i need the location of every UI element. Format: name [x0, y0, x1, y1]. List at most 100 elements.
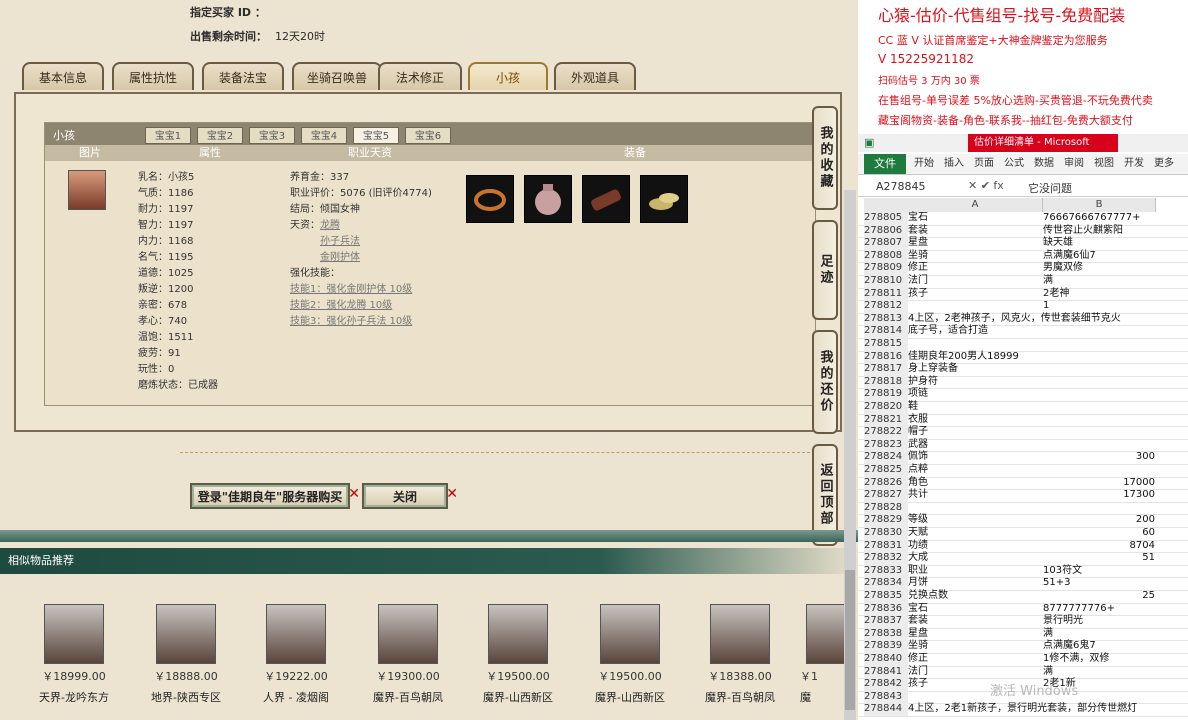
cell-b[interactable]: 男魔双修 [1043, 262, 1155, 275]
row-number[interactable]: 278837 [864, 615, 908, 628]
row-number[interactable]: 278805 [864, 212, 908, 225]
sheet-row[interactable]: 278844 4上区，2老1新孩子，景行明光套装，部分传世燃灯 [858, 703, 1188, 717]
tab-basic-info[interactable]: 基本信息 [22, 62, 104, 90]
cell-a[interactable]: 兑换点数 [908, 590, 948, 603]
tab-spells[interactable]: 法术修正 [378, 62, 462, 90]
row-number[interactable]: 278822 [864, 426, 908, 439]
scrollbar-thumb[interactable] [845, 570, 855, 710]
tab-mounts[interactable]: 坐骑召唤兽 [292, 62, 382, 90]
row-number[interactable]: 278821 [864, 413, 908, 427]
cell-b[interactable]: 76667666767777+ [1043, 212, 1155, 225]
row-number[interactable]: 278813 [864, 312, 908, 326]
cell-b[interactable]: 缺天雄 [1043, 237, 1155, 250]
row-number[interactable]: 278835 [864, 590, 908, 603]
sheet-row[interactable]: 278832 大成 51 [858, 552, 1188, 566]
sheet-row[interactable]: 278811 孩子 2老神 [858, 287, 1188, 302]
cell-a[interactable]: 坐骑 [908, 640, 928, 653]
rec-item-5[interactable]: ￥19500.00 魔界-山西新区 [468, 604, 568, 705]
sheet-row[interactable]: 278812 1 [858, 300, 1188, 314]
skill-link-1[interactable]: 技能1：强化金刚护体 10级 [290, 282, 432, 298]
rec-item-4[interactable]: ￥19300.00 魔界-百鸟朝凤 [358, 604, 458, 705]
sheet-row[interactable]: 278822 帽子 [858, 426, 1188, 440]
ribbon-tab-insert[interactable]: 插入 [944, 154, 964, 174]
cell-b[interactable]: 51+3 [1043, 577, 1155, 590]
sheet-row[interactable]: 278817 身上穿装备 [858, 363, 1188, 377]
rec-item-6[interactable]: ￥19500.00 魔界-山西新区 [580, 604, 680, 705]
row-number[interactable]: 278833 [864, 564, 908, 578]
cell-a[interactable]: 功绩 [908, 540, 928, 553]
row-number[interactable]: 278831 [864, 539, 908, 553]
rec-item-3[interactable]: ￥19222.00 人界 - 凌烟阁 [246, 604, 346, 705]
cell-b[interactable]: 200 [1043, 514, 1155, 527]
cell-b[interactable]: 60 [1043, 527, 1155, 540]
row-number[interactable]: 278838 [864, 627, 908, 641]
cell-a[interactable]: 底子号，适合打造 [908, 325, 988, 338]
sheet-row[interactable]: 278834 月饼 51+3 [858, 577, 1188, 591]
row-number[interactable]: 278842 [864, 678, 908, 691]
name-box[interactable]: A278845 [876, 180, 926, 193]
rec-item-8[interactable]: ￥1 魔 [800, 604, 844, 705]
cell-a[interactable]: 星盘 [908, 628, 928, 641]
close-button[interactable]: 关闭 ✕ [362, 483, 458, 509]
row-number[interactable]: 278814 [864, 325, 908, 338]
cell-b[interactable]: 点满魔6鬼7 [1043, 640, 1155, 653]
talent-link-2[interactable]: 孙子兵法 [320, 236, 360, 247]
cell-a[interactable]: 佩饰 [908, 451, 928, 464]
rec-item-7[interactable]: ￥18388.00 魔界-百鸟朝凤 [690, 604, 790, 705]
cell-b[interactable]: 传世容止火麒紫阳 [1043, 225, 1155, 238]
row-number[interactable]: 278815 [864, 338, 908, 351]
baby-tab-5[interactable]: 宝宝5 [353, 127, 399, 144]
cell-a[interactable]: 修正 [908, 653, 928, 666]
cell-a[interactable]: 点粹 [908, 464, 928, 477]
cell-a[interactable]: 衣服 [908, 414, 928, 427]
cell-b[interactable]: 25 [1043, 590, 1155, 603]
equip-slot-3[interactable] [582, 175, 630, 223]
cell-b[interactable]: 300 [1043, 451, 1155, 464]
cell-b[interactable]: 满 [1043, 628, 1155, 641]
ribbon-tab-view[interactable]: 视图 [1094, 154, 1114, 174]
tab-equipment[interactable]: 装备法宝 [202, 62, 284, 90]
sheet-row[interactable]: 278824 佩饰 300 [858, 451, 1188, 465]
cell-a[interactable]: 套装 [908, 225, 928, 238]
baby-tab-3[interactable]: 宝宝3 [249, 127, 295, 144]
corner-cell[interactable] [864, 198, 909, 212]
ribbon-tab-review[interactable]: 审阅 [1064, 154, 1084, 174]
page-scrollbar[interactable] [844, 190, 856, 720]
cell-b[interactable]: 点满魔6仙7 [1043, 250, 1155, 263]
cell-a[interactable]: 天赋 [908, 527, 928, 540]
sheet-row[interactable]: 278825 点粹 [858, 464, 1188, 478]
cell-a[interactable]: 月饼 [908, 577, 928, 590]
row-number[interactable]: 278818 [864, 375, 908, 389]
rec-item-1[interactable]: ￥18999.00 天界-龙吟东方 [24, 604, 124, 705]
cell-a[interactable]: 4上区，2老神孩子，风克火，传世套装细节克火 [908, 313, 1121, 326]
cell-b[interactable]: 满 [1043, 275, 1155, 288]
cell-a[interactable]: 法门 [908, 666, 928, 679]
col-header-b[interactable]: B [1043, 198, 1156, 212]
formula-input[interactable]: 它没问题 [1028, 180, 1072, 196]
row-number[interactable]: 278809 [864, 262, 908, 275]
cell-a[interactable]: 角色 [908, 477, 928, 490]
row-number[interactable]: 278823 [864, 438, 908, 452]
cell-a[interactable]: 法门 [908, 275, 928, 288]
row-number[interactable]: 278816 [864, 350, 908, 364]
sheet-row[interactable]: 278814 底子号，适合打造 [858, 325, 1188, 339]
row-number[interactable]: 278825 [864, 464, 908, 477]
col-header-a[interactable]: A [908, 198, 1043, 212]
cell-a[interactable]: 鞋 [908, 401, 918, 414]
sheet-row[interactable]: 278807 星盘 缺天雄 [858, 237, 1188, 251]
sheet-row[interactable]: 278839 坐骑 点满魔6鬼7 [858, 640, 1188, 654]
cell-a[interactable]: 等级 [908, 514, 928, 527]
skill-link-2[interactable]: 技能2：强化龙腾 10级 [290, 298, 432, 314]
baby-tab-1[interactable]: 宝宝1 [145, 127, 191, 144]
sheet-row[interactable]: 278827 共计 17300 [858, 489, 1188, 503]
cell-a[interactable]: 孩子 [908, 288, 928, 301]
my-offers-button[interactable]: 我的还价 [812, 330, 838, 434]
cell-b[interactable]: 满 [1043, 666, 1155, 679]
row-number[interactable]: 278827 [864, 489, 908, 502]
tab-appearance[interactable]: 外观道具 [554, 62, 636, 90]
cell-a[interactable]: 护身符 [908, 376, 938, 389]
cell-a[interactable]: 项链 [908, 388, 928, 401]
equip-slot-4[interactable] [640, 175, 688, 223]
cell-a[interactable]: 大成 [908, 552, 928, 565]
skill-link-3[interactable]: 技能3：强化孙子兵法 10级 [290, 314, 432, 330]
